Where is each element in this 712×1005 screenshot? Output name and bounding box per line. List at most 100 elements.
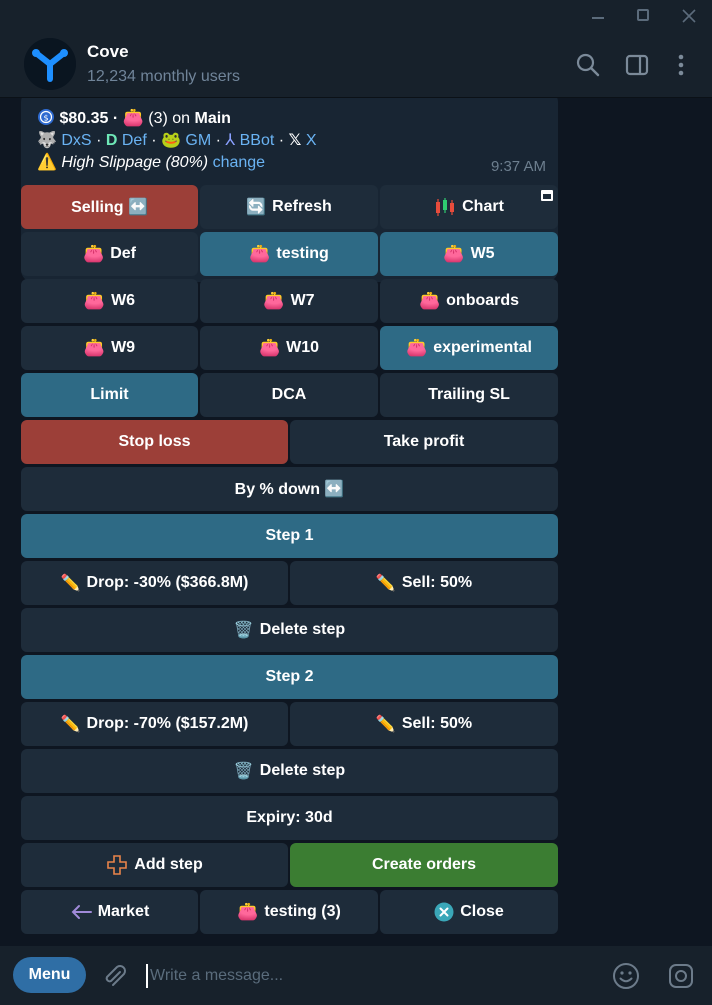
- chat-subtitle: 12,234 monthly users: [87, 68, 240, 85]
- refresh-icon: 🔄: [246, 199, 267, 216]
- link-gm[interactable]: GM: [185, 132, 211, 149]
- step-1-delete-button[interactable]: 🗑️ Delete step: [21, 608, 558, 652]
- message-time: 9:37 AM: [490, 158, 546, 175]
- refresh-button[interactable]: 🔄 Refresh: [200, 185, 378, 229]
- chart-label: Chart: [462, 198, 504, 215]
- close-icon: [682, 9, 696, 23]
- message-input-bar: Menu: [0, 946, 712, 1005]
- drop-label: Drop: -30% ($366.8M): [86, 574, 249, 591]
- wallet-label: W10: [286, 339, 320, 356]
- arrow-left-icon: [71, 905, 92, 919]
- emoji-button[interactable]: [611, 961, 641, 991]
- wallet-icon: 👛: [237, 902, 259, 921]
- sidebar-toggle-icon: [625, 54, 649, 76]
- step-2-delete-button[interactable]: 🗑️ Delete step: [21, 749, 558, 793]
- link-dxs[interactable]: DxS: [61, 132, 91, 149]
- wallet-testing-count-button[interactable]: 👛 testing (3): [200, 890, 378, 934]
- attach-button[interactable]: [100, 962, 128, 990]
- chat-area: $ $80.35 · 👛 (3) on Main 🐺 DxS · D Def ·…: [0, 98, 712, 946]
- market-label: Market: [97, 903, 150, 920]
- add-step-button[interactable]: Add step: [21, 843, 288, 887]
- links-line: 🐺 DxS · D Def · 🐸 GM · ⅄ BBot · 𝕏 X: [37, 130, 317, 150]
- close-label: Close: [460, 903, 504, 920]
- more-options-button[interactable]: [668, 52, 694, 78]
- warning-icon: ⚠️: [37, 154, 57, 171]
- delete-label: Delete step: [259, 762, 346, 779]
- search-button[interactable]: [575, 52, 601, 78]
- maximize-button[interactable]: [633, 6, 655, 26]
- link-def[interactable]: Def: [122, 132, 147, 149]
- wallet-name: Main: [194, 110, 231, 127]
- wallet-def-button[interactable]: 👛 Def: [21, 232, 198, 276]
- add-step-label: Add step: [134, 856, 203, 873]
- market-button[interactable]: Market: [21, 890, 198, 934]
- link-x[interactable]: X: [306, 132, 317, 149]
- selling-mode-button[interactable]: Selling ↔️: [21, 185, 198, 229]
- separator: ·: [96, 132, 102, 149]
- step-2-header[interactable]: Step 2: [21, 655, 558, 699]
- coin-icon: $: [38, 109, 54, 125]
- sell-label: Sell: 50%: [401, 574, 473, 591]
- expiry-button[interactable]: Expiry: 30d: [21, 796, 558, 840]
- web-app-icon: [541, 190, 553, 201]
- order-type-dca-button[interactable]: DCA: [200, 373, 378, 417]
- order-type-limit-button[interactable]: Limit: [21, 373, 198, 417]
- sidebar-toggle-button[interactable]: [624, 52, 650, 78]
- close-window-button[interactable]: [678, 6, 700, 26]
- minimize-icon: [592, 17, 604, 19]
- wallet-label: W7: [290, 292, 315, 309]
- bbot-icon: ⅄: [225, 132, 236, 149]
- paperclip-icon: [105, 965, 126, 986]
- chat-title[interactable]: Cove: [87, 42, 129, 62]
- wallet-experimental-button[interactable]: 👛 experimental: [380, 326, 558, 370]
- wallet-onboards-button[interactable]: 👛 onboards: [380, 279, 558, 323]
- gm-icon: 🐸: [161, 132, 181, 149]
- wallet-testing-button[interactable]: 👛 testing: [200, 232, 378, 276]
- step-2-sell-button[interactable]: ✏️ Sell: 50%: [290, 702, 558, 746]
- delete-label: Delete step: [259, 621, 346, 638]
- wallet-label: W6: [111, 292, 136, 309]
- menu-button[interactable]: Menu: [13, 957, 86, 993]
- wallet-w6-button[interactable]: 👛 W6: [21, 279, 198, 323]
- wallet-icon: 👛: [418, 291, 441, 310]
- close-button[interactable]: Close: [380, 890, 558, 934]
- wallet-icon: 👛: [83, 244, 105, 263]
- wallet-count: (3) on: [148, 110, 191, 127]
- separator: ·: [215, 132, 221, 149]
- selling-label: Selling ↔️: [71, 199, 148, 216]
- wallet-icon: 👛: [83, 338, 106, 357]
- def-icon: D: [105, 132, 118, 149]
- svg-text:$: $: [43, 114, 48, 123]
- wallet-w5-button[interactable]: 👛 W5: [380, 232, 558, 276]
- avatar[interactable]: [24, 38, 76, 90]
- close-circle-icon: [434, 902, 454, 922]
- step-1-header[interactable]: Step 1: [21, 514, 558, 558]
- step-1-sell-button[interactable]: ✏️ Sell: 50%: [290, 561, 558, 605]
- wallet-icon: 👛: [249, 244, 271, 263]
- wallet-w10-button[interactable]: 👛 W10: [200, 326, 378, 370]
- balance-value: $80.35 ·: [59, 110, 119, 127]
- step-1-drop-button[interactable]: ✏️ Drop: -30% ($366.8M): [21, 561, 288, 605]
- minimize-button[interactable]: [588, 6, 610, 26]
- wallet-w9-button[interactable]: 👛 W9: [21, 326, 198, 370]
- message-input[interactable]: [146, 964, 576, 988]
- balance-line: $ $80.35 · 👛 (3) on Main: [37, 108, 231, 128]
- wallet-label: onboards: [446, 292, 520, 309]
- wallet-w7-button[interactable]: 👛 W7: [200, 279, 378, 323]
- pencil-icon: ✏️: [60, 575, 81, 592]
- create-orders-button[interactable]: Create orders: [290, 843, 558, 887]
- plus-icon: [107, 855, 128, 875]
- trash-icon: 🗑️: [233, 622, 254, 639]
- link-bbot[interactable]: BBot: [240, 132, 275, 149]
- smiley-icon: [613, 963, 639, 989]
- order-type-trailing-sl-button[interactable]: Trailing SL: [380, 373, 558, 417]
- camera-button[interactable]: [666, 961, 696, 991]
- wallet-label: testing (3): [264, 903, 341, 920]
- slippage-change-link[interactable]: change: [213, 154, 266, 171]
- take-profit-button[interactable]: Take profit: [290, 420, 558, 464]
- by-percent-down-button[interactable]: By % down ↔️: [21, 467, 558, 511]
- stop-loss-button[interactable]: Stop loss: [21, 420, 288, 464]
- pencil-icon: ✏️: [375, 575, 396, 592]
- chart-button[interactable]: Chart: [380, 185, 558, 229]
- step-2-drop-button[interactable]: ✏️ Drop: -70% ($157.2M): [21, 702, 288, 746]
